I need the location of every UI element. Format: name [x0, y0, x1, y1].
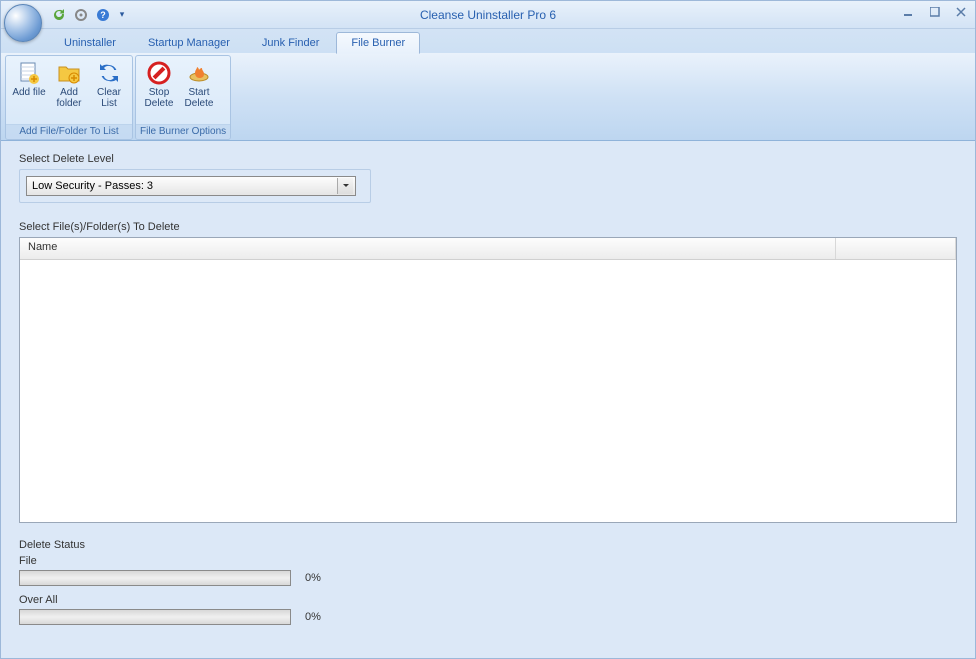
- folder-add-icon: [55, 60, 83, 86]
- stop-delete-label: Stop Delete: [141, 87, 177, 109]
- help-icon[interactable]: ?: [95, 7, 111, 23]
- add-folder-button[interactable]: Add folder: [50, 58, 88, 111]
- file-progress-value: 0%: [305, 572, 321, 584]
- app-window: ? ▾ Cleanse Uninstaller Pro 6 Uninstalle…: [0, 0, 976, 659]
- clear-list-button[interactable]: Clear List: [90, 58, 128, 111]
- delete-level-panel: Low Security - Passes: 3: [19, 169, 371, 203]
- add-file-label: Add file: [12, 87, 45, 98]
- settings-icon[interactable]: [73, 7, 89, 23]
- chevron-down-icon: [337, 178, 353, 194]
- delete-level-label: Select Delete Level: [19, 153, 957, 165]
- content-area: Select Delete Level Low Security - Passe…: [1, 141, 975, 658]
- close-button[interactable]: [953, 5, 969, 19]
- start-delete-label: Start Delete: [181, 87, 217, 109]
- delete-level-value: Low Security - Passes: 3: [32, 180, 153, 192]
- quick-access-toolbar: ? ▾: [51, 7, 127, 23]
- qat-dropdown-icon[interactable]: ▾: [117, 9, 127, 21]
- ribbon: Add file Add folder Clear List Add File/…: [1, 53, 975, 141]
- burn-icon: [185, 60, 213, 86]
- delete-status-label: Delete Status: [19, 539, 957, 551]
- ribbon-group-options: Stop Delete Start Delete File Burner Opt…: [135, 55, 231, 140]
- file-list-header: Name: [20, 238, 956, 260]
- file-list-body[interactable]: [20, 260, 956, 522]
- window-controls: [901, 5, 969, 19]
- add-folder-label: Add folder: [51, 87, 87, 109]
- app-menu-orb[interactable]: [4, 4, 42, 42]
- minimize-button[interactable]: [901, 5, 917, 19]
- stop-delete-button[interactable]: Stop Delete: [140, 58, 178, 111]
- ribbon-group-options-label: File Burner Options: [136, 124, 230, 139]
- column-name[interactable]: Name: [20, 238, 836, 259]
- overall-progress-value: 0%: [305, 611, 321, 623]
- ribbon-group-add-label: Add File/Folder To List: [6, 124, 132, 139]
- overall-progress-label: Over All: [19, 594, 499, 606]
- file-progress-bar: [19, 570, 291, 586]
- refresh-icon[interactable]: [51, 7, 67, 23]
- ribbon-group-add: Add file Add folder Clear List Add File/…: [5, 55, 133, 140]
- svg-text:?: ?: [100, 10, 106, 20]
- tabstrip: Uninstaller Startup Manager Junk Finder …: [1, 29, 975, 53]
- select-files-label: Select File(s)/Folder(s) To Delete: [19, 221, 957, 233]
- titlebar: ? ▾ Cleanse Uninstaller Pro 6: [1, 1, 975, 29]
- refresh-arrows-icon: [95, 60, 123, 86]
- stop-icon: [145, 60, 173, 86]
- column-spacer: [836, 238, 956, 259]
- file-progress-label: File: [19, 555, 499, 567]
- add-file-button[interactable]: Add file: [10, 58, 48, 100]
- start-delete-button[interactable]: Start Delete: [180, 58, 218, 111]
- tab-startup-manager[interactable]: Startup Manager: [133, 32, 245, 53]
- window-title: Cleanse Uninstaller Pro 6: [420, 8, 556, 22]
- overall-progress-bar: [19, 609, 291, 625]
- file-add-icon: [15, 60, 43, 86]
- maximize-button[interactable]: [927, 5, 943, 19]
- file-list[interactable]: Name: [19, 237, 957, 523]
- tab-file-burner[interactable]: File Burner: [336, 32, 420, 54]
- tab-junk-finder[interactable]: Junk Finder: [247, 32, 334, 53]
- delete-status-panel: File 0% Over All 0%: [19, 555, 499, 625]
- tab-uninstaller[interactable]: Uninstaller: [49, 32, 131, 53]
- delete-level-combobox[interactable]: Low Security - Passes: 3: [26, 176, 356, 196]
- clear-list-label: Clear List: [91, 87, 127, 109]
